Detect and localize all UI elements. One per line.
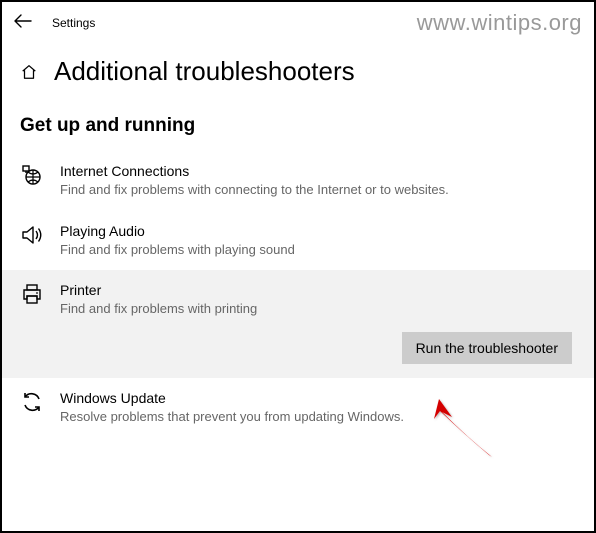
- troubleshooter-desc: Find and fix problems with playing sound: [60, 241, 295, 259]
- watermark-text: www.wintips.org: [417, 10, 582, 36]
- troubleshooter-title: Printer: [60, 282, 257, 298]
- troubleshooter-desc: Find and fix problems with printing: [60, 300, 257, 318]
- troubleshooter-windows-update[interactable]: Windows Update Resolve problems that pre…: [2, 378, 594, 438]
- troubleshooter-title: Internet Connections: [60, 163, 449, 179]
- page-title: Additional troubleshooters: [54, 56, 355, 87]
- sync-icon: [20, 390, 44, 414]
- troubleshooter-desc: Find and fix problems with connecting to…: [60, 181, 449, 199]
- back-button[interactable]: [14, 14, 32, 32]
- troubleshooter-list: Internet Connections Find and fix proble…: [2, 151, 594, 437]
- speaker-icon: [20, 223, 44, 247]
- home-icon[interactable]: [20, 63, 38, 81]
- troubleshooter-title: Windows Update: [60, 390, 404, 406]
- troubleshooter-desc: Resolve problems that prevent you from u…: [60, 408, 404, 426]
- troubleshooter-playing-audio[interactable]: Playing Audio Find and fix problems with…: [2, 211, 594, 271]
- troubleshooter-title: Playing Audio: [60, 223, 295, 239]
- globe-icon: [20, 163, 44, 187]
- troubleshooter-printer[interactable]: Printer Find and fix problems with print…: [2, 270, 594, 378]
- app-title: Settings: [52, 16, 95, 30]
- run-troubleshooter-button[interactable]: Run the troubleshooter: [402, 332, 572, 364]
- printer-icon: [20, 282, 44, 306]
- troubleshooter-internet-connections[interactable]: Internet Connections Find and fix proble…: [2, 151, 594, 211]
- section-heading: Get up and running: [2, 97, 594, 151]
